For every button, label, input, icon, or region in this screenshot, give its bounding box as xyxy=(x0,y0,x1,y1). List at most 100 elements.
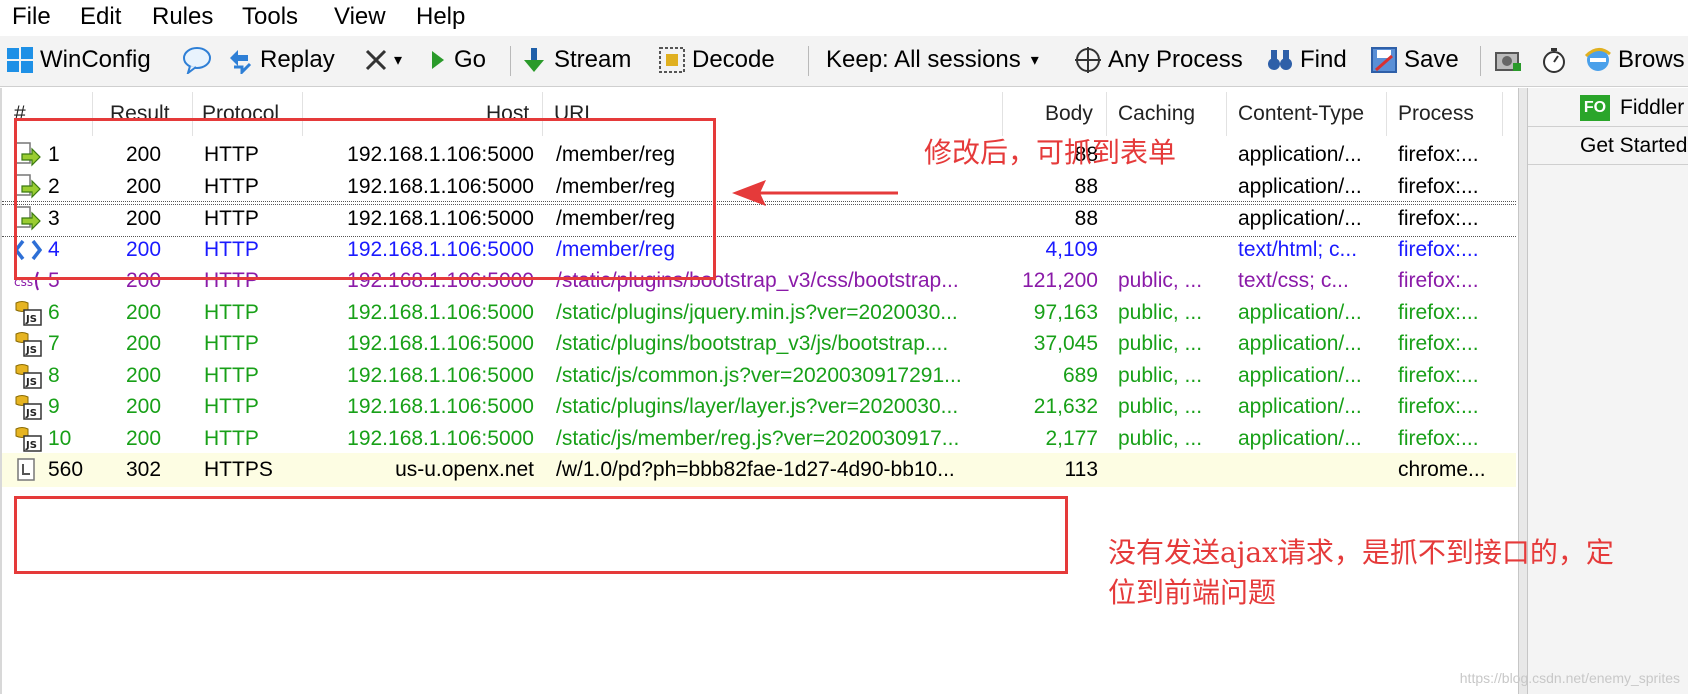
cell-num: 10 xyxy=(48,426,72,450)
js-icon: JS xyxy=(14,331,42,357)
tab-fiddler-orchestra[interactable]: FO Fiddler xyxy=(1528,90,1688,127)
cell-content-type: application/... xyxy=(1238,143,1362,166)
comment-button[interactable] xyxy=(182,43,216,77)
table-row[interactable]: JS 9 200 HTTP 192.168.1.106:5000/static/plug… xyxy=(2,390,1516,424)
cell-host: us-u.openx.net xyxy=(395,458,534,481)
menu-file[interactable]: File xyxy=(12,2,51,32)
js-icon: JS xyxy=(14,363,42,389)
column-header-content-type[interactable]: Content-Type xyxy=(1238,98,1364,130)
cell-result: 200 xyxy=(126,363,162,387)
find-button[interactable]: Find xyxy=(1266,43,1347,77)
cell-body: 88 xyxy=(1074,174,1098,198)
stopwatch-icon xyxy=(1540,46,1568,74)
svg-text:JS: JS xyxy=(25,377,37,388)
cell-url: /static/plugins/jquery.min.js?ver=202003… xyxy=(556,300,958,324)
cell-caching: public, ... xyxy=(1118,426,1203,450)
annotation-top-text: 修改后，可抓到表单 xyxy=(924,136,1177,169)
column-divider xyxy=(1226,92,1227,136)
column-divider xyxy=(1002,92,1003,136)
right-pane: FO Fiddler Get Started xyxy=(1528,88,1688,694)
keep-sessions-dropdown[interactable]: Keep: All sessions ▾ xyxy=(826,43,1039,77)
decode-label: Decode xyxy=(692,46,775,73)
table-row[interactable]: 560 302 HTTPS us-u.openx.net/w/1.0/pd?ph=bb… xyxy=(2,453,1516,487)
js-icon: JS xyxy=(14,300,42,326)
cell-process: firefox:... xyxy=(1398,207,1479,230)
camera-icon xyxy=(1494,46,1522,74)
save-button[interactable]: Save xyxy=(1370,43,1459,77)
replay-button[interactable]: Replay xyxy=(226,43,335,77)
browse-button[interactable]: Brows xyxy=(1584,43,1685,77)
column-header-process[interactable]: Process xyxy=(1398,98,1474,130)
decode-button[interactable]: Decode xyxy=(658,43,775,77)
menu-edit[interactable]: Edit xyxy=(80,2,121,32)
replay-label: Replay xyxy=(260,46,335,73)
table-row[interactable]: JS 10 200 HTTP 192.168.1.106:5000/static/js/… xyxy=(2,422,1516,456)
cell-result: 200 xyxy=(126,426,162,450)
cell-num: 560 xyxy=(48,458,84,481)
winconfig-button[interactable]: WinConfig xyxy=(6,43,151,77)
js-icon: JS xyxy=(14,426,42,452)
cell-process: firefox:... xyxy=(1398,363,1479,387)
toolbar-separator xyxy=(808,46,809,76)
cell-host: 192.168.1.106:5000 xyxy=(347,363,534,387)
column-divider xyxy=(1386,92,1387,136)
remove-button[interactable]: ▾ xyxy=(364,43,402,77)
stream-button[interactable]: Stream xyxy=(520,43,631,77)
browse-label: Brows xyxy=(1618,46,1685,73)
timer-button[interactable] xyxy=(1540,43,1574,77)
go-button[interactable]: Go xyxy=(428,43,486,77)
cell-url: /static/plugins/bootstrap_v3/js/bootstra… xyxy=(556,332,949,355)
cell-process: firefox:... xyxy=(1398,426,1479,450)
tab-get-started-label: Get Started xyxy=(1580,134,1688,157)
go-label: Go xyxy=(454,46,487,73)
browser-icon xyxy=(1584,46,1612,74)
menu-tools[interactable]: Tools xyxy=(242,2,298,32)
cell-content-type: text/css; c... xyxy=(1238,269,1349,292)
any-process-button[interactable]: Any Process xyxy=(1074,43,1243,77)
cell-body: 113 xyxy=(1064,458,1098,481)
cell-process: firefox:... xyxy=(1398,269,1479,292)
menu-rules[interactable]: Rules xyxy=(152,2,213,32)
cell-caching: public, ... xyxy=(1118,332,1203,355)
tab-get-started[interactable]: Get Started xyxy=(1528,128,1688,165)
cell-body: 97,163 xyxy=(1033,300,1098,324)
cell-body: 21,632 xyxy=(1033,395,1098,418)
column-header-caching[interactable]: Caching xyxy=(1118,98,1195,130)
column-header-body[interactable]: Body xyxy=(1045,98,1093,130)
cell-content-type: application/... xyxy=(1238,207,1362,230)
cell-body: 689 xyxy=(1062,363,1098,387)
table-row[interactable]: JS 7 200 HTTP 192.168.1.106:5000/static/plug… xyxy=(2,327,1516,361)
cell-num: 7 xyxy=(48,332,60,355)
table-row[interactable]: JS 6 200 HTTP 192.168.1.106:5000/static/plug… xyxy=(2,296,1516,330)
toolbar: WinConfig Replay ▾ Go Stream Decode Keep… xyxy=(0,36,1688,87)
crosshair-icon xyxy=(1074,46,1102,74)
cell-protocol: HTTP xyxy=(204,363,259,387)
cell-protocol: HTTP xyxy=(204,426,259,450)
cell-result: 302 xyxy=(126,458,162,481)
save-icon xyxy=(1370,46,1398,74)
fo-badge-icon: FO xyxy=(1580,95,1610,121)
cell-host: 192.168.1.106:5000 xyxy=(347,300,534,324)
annotation-bottom-line1: 没有发送ajax请求，是抓不到接口的，定 xyxy=(1108,536,1614,569)
table-row[interactable]: JS 8 200 HTTP 192.168.1.106:5000/static/js/c… xyxy=(2,359,1516,393)
menu-view[interactable]: View xyxy=(334,2,386,32)
menu-bar: File Edit Rules Tools View Help xyxy=(0,0,1688,34)
save-label: Save xyxy=(1404,46,1459,73)
cell-body: 88 xyxy=(1074,207,1098,230)
screenshot-button[interactable] xyxy=(1494,43,1528,77)
cell-num: 8 xyxy=(48,363,60,387)
cell-caching: public, ... xyxy=(1118,395,1203,418)
cell-result: 200 xyxy=(126,300,162,324)
menu-help[interactable]: Help xyxy=(416,2,465,32)
speech-bubble-icon xyxy=(182,46,211,76)
pane-splitter[interactable] xyxy=(1518,88,1528,694)
cell-protocol: HTTP xyxy=(204,395,259,418)
cell-body: 4,109 xyxy=(1045,237,1098,261)
cell-num: 6 xyxy=(48,300,60,324)
cell-process: firefox:... xyxy=(1398,237,1479,261)
js-icon: JS xyxy=(14,394,42,420)
chevron-down-icon: ▾ xyxy=(1030,52,1039,69)
cell-content-type: application/... xyxy=(1238,363,1362,387)
cell-protocol: HTTP xyxy=(204,300,259,324)
tab-fiddler-label: Fiddler xyxy=(1620,96,1685,119)
